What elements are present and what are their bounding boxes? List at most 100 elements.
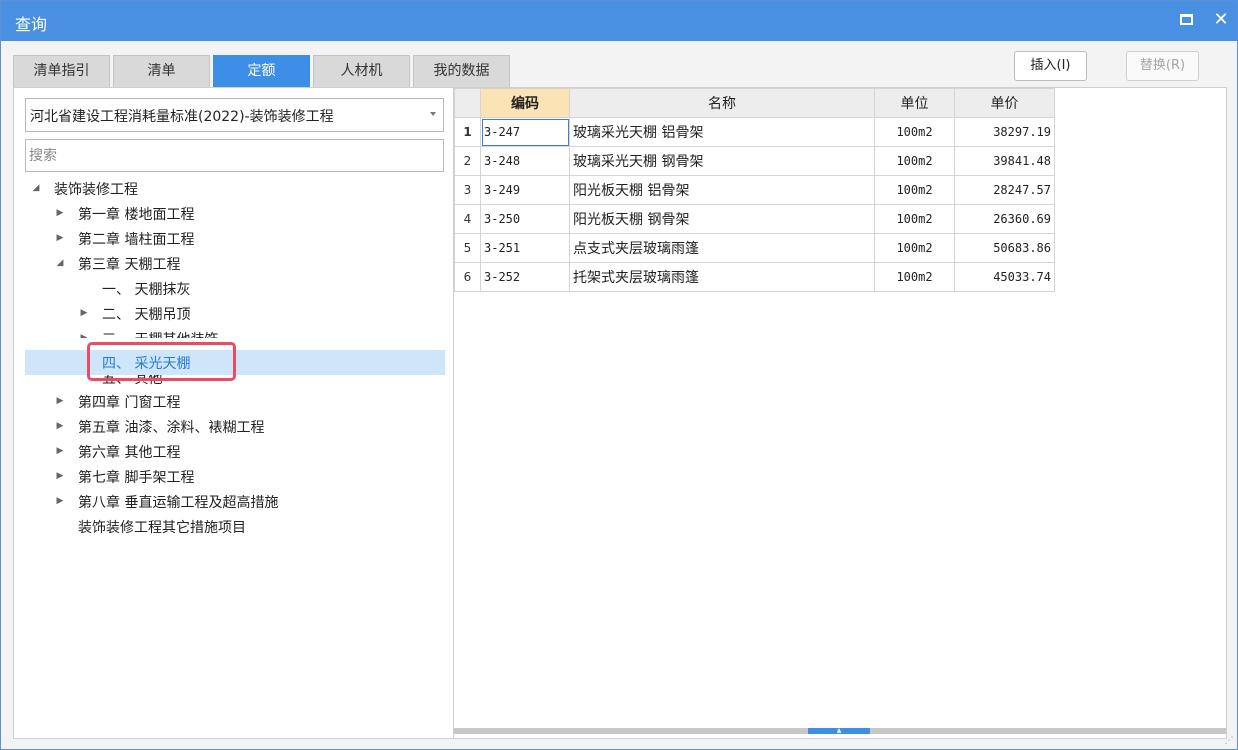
cell-code[interactable]: 3-249 bbox=[480, 175, 570, 205]
cell-price[interactable]: 50683.86 bbox=[954, 233, 1055, 263]
tree-node-chapter-2[interactable]: ▶ 第二章 墙柱面工程 bbox=[54, 226, 450, 251]
tree-node-chapter-7[interactable]: ▶ 第七章 脚手架工程 bbox=[54, 464, 450, 489]
tree-node-chapter-1[interactable]: ▶ 第一章 楼地面工程 bbox=[54, 201, 450, 226]
cell-price[interactable]: 39841.48 bbox=[954, 146, 1055, 176]
column-header-code[interactable]: 编码 bbox=[480, 88, 570, 118]
tree-node-label: 第四章 门窗工程 bbox=[78, 395, 181, 411]
tree-node-chapter-6[interactable]: ▶ 第六章 其他工程 bbox=[54, 439, 450, 464]
tree-node-label: 五、 其他 bbox=[102, 375, 163, 387]
tree-node-label: 第二章 墙柱面工程 bbox=[78, 232, 195, 248]
collapse-arrow-icon[interactable]: ◢ bbox=[54, 251, 66, 276]
collapse-arrow-icon[interactable]: ◢ bbox=[30, 176, 42, 201]
tree-node-label: 第七章 脚手架工程 bbox=[78, 470, 195, 486]
cell-code[interactable]: 3-251 bbox=[480, 233, 570, 263]
cell-name[interactable]: 阳光板天棚 钢骨架 bbox=[569, 204, 875, 234]
tree-node-label: 第三章 天棚工程 bbox=[78, 257, 181, 273]
tree-node-section-4[interactable]: 四、 采光天棚 bbox=[25, 350, 445, 375]
tree-node-chapter-5[interactable]: ▶ 第五章 油漆、涂料、裱糊工程 bbox=[54, 414, 450, 439]
tree-node-label: 四、 采光天棚 bbox=[102, 356, 191, 372]
column-header-name[interactable]: 名称 bbox=[569, 88, 875, 118]
expand-arrow-icon[interactable]: ▶ bbox=[54, 389, 66, 414]
cell-price[interactable]: 38297.19 bbox=[954, 117, 1055, 147]
row-number-header[interactable] bbox=[454, 88, 481, 118]
cell-code[interactable]: 3-248 bbox=[480, 146, 570, 176]
row-number: 3 bbox=[454, 175, 481, 205]
search-input[interactable] bbox=[25, 139, 444, 172]
quota-grid-panel: 编码 名称 单位 单价 1 3-247 玻璃采光天棚 铝骨架 100m2 382… bbox=[454, 87, 1227, 739]
column-header-unit[interactable]: 单位 bbox=[874, 88, 955, 118]
cell-name[interactable]: 玻璃采光天棚 钢骨架 bbox=[569, 146, 875, 176]
cell-unit[interactable]: 100m2 bbox=[874, 117, 955, 147]
cell-code[interactable]: 3-250 bbox=[480, 204, 570, 234]
tree-node-label: 第八章 垂直运输工程及超高措施 bbox=[78, 495, 279, 511]
close-icon[interactable]: ✕ bbox=[1211, 9, 1231, 31]
tab-list[interactable]: 清单 bbox=[113, 55, 210, 87]
tab-list-guide[interactable]: 清单指引 bbox=[13, 55, 110, 87]
dialog-title: 查询 bbox=[15, 15, 48, 34]
column-header-price[interactable]: 单价 bbox=[954, 88, 1055, 118]
expand-arrow-icon[interactable]: ▶ bbox=[78, 326, 90, 338]
tree-node-label: 第六章 其他工程 bbox=[78, 445, 181, 461]
tab-quota[interactable]: 定额 bbox=[213, 55, 310, 87]
row-number: 2 bbox=[454, 146, 481, 176]
row-number: 4 bbox=[454, 204, 481, 234]
table-header-row: 编码 名称 单位 单价 bbox=[454, 88, 1055, 118]
chevron-down-icon bbox=[430, 112, 436, 116]
library-select-value: 河北省建设工程消耗量标准(2022)-装饰装修工程 bbox=[30, 109, 334, 125]
tree-node-section-1[interactable]: 一、 天棚抹灰 bbox=[78, 276, 450, 301]
cell-unit[interactable]: 100m2 bbox=[874, 233, 955, 263]
tree-node-section-2[interactable]: ▶ 二、 天棚吊顶 bbox=[78, 301, 450, 326]
table-row[interactable]: 1 3-247 玻璃采光天棚 铝骨架 100m2 38297.19 bbox=[454, 117, 1055, 147]
library-select[interactable]: 河北省建设工程消耗量标准(2022)-装饰装修工程 bbox=[25, 98, 444, 132]
tree-node-label: 第五章 油漆、涂料、裱糊工程 bbox=[78, 420, 265, 436]
tab-labor-material-machine[interactable]: 人材机 bbox=[313, 55, 410, 87]
title-bar[interactable]: 查询 ✕ bbox=[1, 1, 1237, 41]
tree-node-label: 装饰装修工程 bbox=[54, 182, 138, 198]
cell-unit[interactable]: 100m2 bbox=[874, 175, 955, 205]
cell-price[interactable]: 28247.57 bbox=[954, 175, 1055, 205]
cell-price[interactable]: 26360.69 bbox=[954, 204, 1055, 234]
replace-button[interactable]: 替换(R) bbox=[1126, 51, 1199, 81]
expand-arrow-icon[interactable]: ▶ bbox=[54, 439, 66, 464]
expand-arrow-icon[interactable]: ▶ bbox=[54, 226, 66, 251]
cell-code[interactable]: 3-247 bbox=[480, 117, 570, 147]
expand-arrow-icon[interactable]: ▶ bbox=[54, 489, 66, 514]
splitter-handle-icon[interactable]: ▲ bbox=[808, 728, 870, 734]
tree-node-label: 装饰装修工程其它措施项目 bbox=[78, 520, 246, 536]
cell-price[interactable]: 45033.74 bbox=[954, 262, 1055, 292]
table-row[interactable]: 3 3-249 阳光板天棚 铝骨架 100m2 28247.57 bbox=[454, 175, 1055, 205]
table-row[interactable]: 2 3-248 玻璃采光天棚 钢骨架 100m2 39841.48 bbox=[454, 146, 1055, 176]
insert-button[interactable]: 插入(I) bbox=[1014, 51, 1087, 81]
query-dialog: 查询 ✕ 清单指引 清单 定额 人材机 我的数据 插入(I) 替换(R) 河北省… bbox=[0, 0, 1238, 750]
table-row[interactable]: 6 3-252 托架式夹层玻璃雨篷 100m2 45033.74 bbox=[454, 262, 1055, 292]
cell-code[interactable]: 3-252 bbox=[480, 262, 570, 292]
tree-node-other-measures[interactable]: 装饰装修工程其它措施项目 bbox=[54, 514, 450, 539]
tree-node-chapter-4[interactable]: ▶ 第四章 门窗工程 bbox=[54, 389, 450, 414]
expand-arrow-icon[interactable]: ▶ bbox=[54, 414, 66, 439]
horizontal-splitter-bar[interactable]: ▲ bbox=[454, 728, 1226, 734]
tree-node-section-5[interactable]: 五、 其他 bbox=[78, 375, 450, 389]
quota-table: 编码 名称 单位 单价 1 3-247 玻璃采光天棚 铝骨架 100m2 382… bbox=[454, 88, 1055, 292]
tree-node-chapter-3[interactable]: ◢ 第三章 天棚工程 bbox=[54, 251, 450, 276]
cell-unit[interactable]: 100m2 bbox=[874, 204, 955, 234]
cell-name[interactable]: 阳光板天棚 铝骨架 bbox=[569, 175, 875, 205]
expand-arrow-icon[interactable]: ▶ bbox=[54, 201, 66, 226]
tab-my-data[interactable]: 我的数据 bbox=[413, 55, 510, 87]
cell-unit[interactable]: 100m2 bbox=[874, 262, 955, 292]
resize-grip-icon[interactable]: ⋰ bbox=[1223, 735, 1235, 747]
tree-node-root[interactable]: ◢ 装饰装修工程 bbox=[30, 176, 450, 201]
cell-unit[interactable]: 100m2 bbox=[874, 146, 955, 176]
maximize-icon[interactable] bbox=[1180, 14, 1193, 25]
cell-name[interactable]: 点支式夹层玻璃雨篷 bbox=[569, 233, 875, 263]
cell-name[interactable]: 玻璃采光天棚 铝骨架 bbox=[569, 117, 875, 147]
tree-node-section-3[interactable]: ▶ 三、 天棚其他装饰 bbox=[78, 326, 450, 338]
tree-node-label: 一、 天棚抹灰 bbox=[102, 282, 191, 298]
table-row[interactable]: 5 3-251 点支式夹层玻璃雨篷 100m2 50683.86 bbox=[454, 233, 1055, 263]
expand-arrow-icon[interactable]: ▶ bbox=[78, 301, 90, 326]
table-row[interactable]: 4 3-250 阳光板天棚 钢骨架 100m2 26360.69 bbox=[454, 204, 1055, 234]
tree-node-chapter-8[interactable]: ▶ 第八章 垂直运输工程及超高措施 bbox=[54, 489, 450, 514]
tree-node-label: 三、 天棚其他装饰 bbox=[102, 329, 218, 338]
quota-tree-panel: 河北省建设工程消耗量标准(2022)-装饰装修工程 ◢ 装饰装修工程 ▶ 第一章… bbox=[13, 87, 454, 739]
expand-arrow-icon[interactable]: ▶ bbox=[54, 464, 66, 489]
cell-name[interactable]: 托架式夹层玻璃雨篷 bbox=[569, 262, 875, 292]
